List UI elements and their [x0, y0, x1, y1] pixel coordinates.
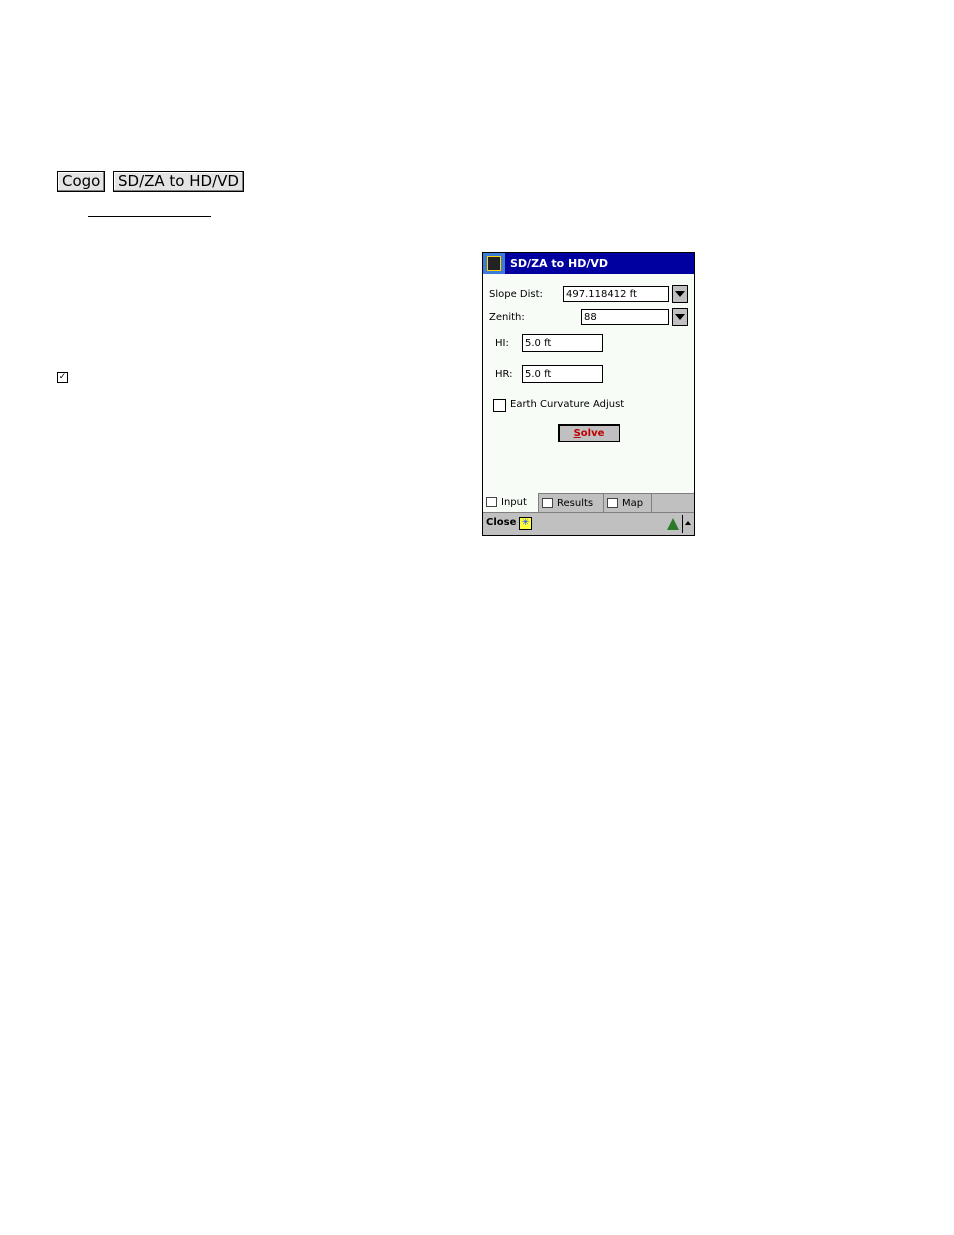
checkbox-checked-icon: ✓ — [57, 372, 68, 383]
tab-results[interactable]: Results — [539, 494, 604, 513]
map-icon — [607, 498, 618, 508]
tab-input[interactable]: Input — [483, 493, 539, 513]
sip-keyboard-icon[interactable]: ✳ — [519, 517, 532, 530]
menu-separator — [682, 515, 683, 533]
solve-label: olve — [580, 428, 605, 439]
zenith-label: Zenith: — [489, 312, 525, 323]
slope-dist-input[interactable]: 497.118412 ft — [563, 286, 669, 302]
tab-results-label: Results — [557, 498, 594, 509]
input-form-icon — [486, 497, 497, 507]
hr-label: HR: — [495, 369, 513, 380]
hr-input[interactable]: 5.0 ft — [522, 365, 603, 383]
zenith-dropdown-button[interactable] — [672, 308, 688, 326]
solve-button[interactable]: Solve — [558, 424, 620, 442]
tab-map[interactable]: Map — [604, 494, 652, 513]
breadcrumb-cogo: Cogo — [57, 171, 106, 192]
divider-line — [88, 216, 211, 217]
app-icon[interactable] — [483, 253, 505, 274]
breadcrumb-sdza: SD/ZA to HD/VD — [113, 171, 244, 192]
close-button[interactable]: Close — [486, 517, 516, 528]
hi-input[interactable]: 5.0 ft — [522, 334, 603, 352]
zenith-input[interactable]: 88 — [581, 309, 669, 325]
slope-dist-label: Slope Dist: — [489, 289, 543, 300]
sdza-dialog: SD/ZA to HD/VD Slope Dist: 497.118412 ft… — [482, 252, 695, 536]
title-bar: SD/ZA to HD/VD — [483, 253, 694, 274]
tab-strip: Input Results Map — [483, 493, 694, 513]
tab-input-label: Input — [501, 497, 527, 508]
menu-bar: Close ✳ — [483, 512, 694, 535]
tab-map-label: Map — [622, 498, 644, 509]
survey-status-icon[interactable] — [667, 518, 679, 530]
hi-label: HI: — [495, 338, 509, 349]
dialog-title: SD/ZA to HD/VD — [510, 257, 609, 270]
earth-curvature-checkbox[interactable] — [493, 399, 506, 412]
solve-accel: S — [573, 428, 581, 439]
earth-curvature-label[interactable]: Earth Curvature Adjust — [510, 399, 624, 410]
scroll-up-arrow-icon[interactable] — [685, 521, 691, 525]
slope-dist-dropdown-button[interactable] — [672, 285, 688, 303]
results-list-icon — [542, 498, 553, 508]
